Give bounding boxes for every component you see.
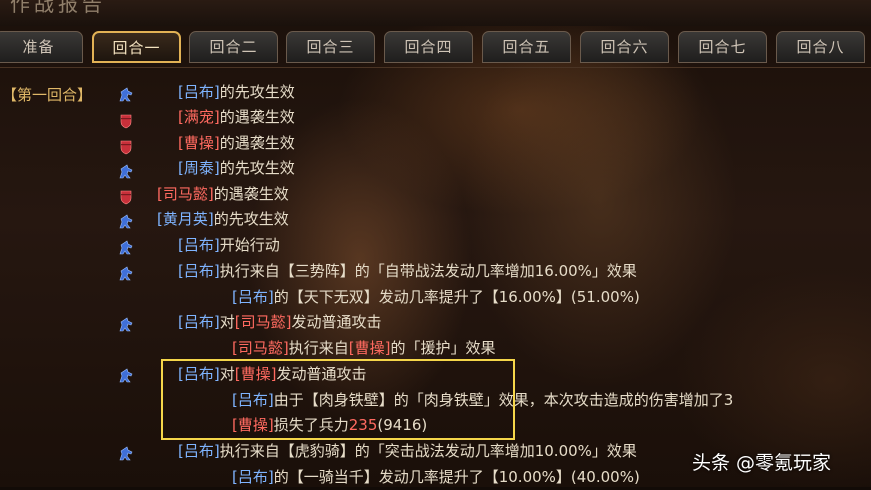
ally-name: [吕布] <box>178 442 220 460</box>
log-line: [吕布]的先攻生效 <box>178 80 295 105</box>
horse-icon <box>118 446 134 462</box>
tab-7[interactable]: 回合七 <box>678 31 767 63</box>
log-text: 开始行动 <box>219 236 280 254</box>
log-line: [吕布]开始行动 <box>178 233 280 258</box>
log-text: 的「援护」效果 <box>390 339 496 357</box>
log-line: [司马懿]的遇袭生效 <box>157 182 289 207</box>
log-text: 的先攻生效 <box>213 210 289 228</box>
log-text: 的【一骑当千】发动几率提升了【10.00%】(40.00%) <box>273 468 640 486</box>
ally-name: [吕布] <box>178 313 220 331</box>
enemy-value: [满宠] <box>178 108 220 126</box>
log-text: 的遇袭生效 <box>213 185 289 203</box>
enemy-value: [曹操] <box>178 134 220 152</box>
log-text: 执行来自 <box>288 339 349 357</box>
log-line: [吕布]执行来自【三势阵】的「自带战法发动几率增加16.00%」效果 <box>178 259 637 284</box>
window-title: 作战报告 <box>10 0 106 16</box>
shield-icon <box>118 113 134 129</box>
log-line: [黄月英]的先攻生效 <box>157 207 289 232</box>
log-text: 的遇袭生效 <box>219 108 295 126</box>
log-text: 的【天下无双】发动几率提升了【16.00%】(51.00%) <box>273 288 640 306</box>
tab-8[interactable]: 回合八 <box>776 31 865 63</box>
log-line: [周泰]的先攻生效 <box>178 156 295 181</box>
tab-2[interactable]: 回合二 <box>189 31 278 63</box>
horse-icon <box>118 368 134 384</box>
tab-5[interactable]: 回合五 <box>482 31 571 63</box>
log-text: 的遇袭生效 <box>219 134 295 152</box>
ally-name: [黄月英] <box>157 210 214 228</box>
log-line: [吕布]的【一骑当千】发动几率提升了【10.00%】(40.00%) <box>232 465 640 490</box>
ally-name: [吕布] <box>178 236 220 254</box>
enemy-value: [司马懿] <box>157 185 214 203</box>
log-text: 对 <box>219 313 235 331</box>
horse-icon <box>118 317 134 333</box>
horse-icon <box>118 240 134 256</box>
tab-0[interactable]: 准备 <box>0 31 83 63</box>
shield-icon <box>118 139 134 155</box>
tab-1[interactable]: 回合一 <box>92 31 181 63</box>
log-line: [吕布]执行来自【虎豹骑】的「突击战法发动几率增加10.00%」效果 <box>178 439 637 464</box>
log-line: [吕布]对[司马懿]发动普通攻击 <box>178 310 381 335</box>
log-text: 执行来自【虎豹骑】的「突击战法发动几率增加10.00%」效果 <box>219 442 637 460</box>
highlight-box <box>161 359 515 440</box>
log-text: 的先攻生效 <box>219 83 295 101</box>
enemy-value: [曹操] <box>348 339 391 357</box>
log-line: [满宠]的遇袭生效 <box>178 105 295 130</box>
enemy-value: [司马懿] <box>234 313 292 331</box>
horse-icon <box>118 87 134 103</box>
log-line: [司马懿]执行来自[曹操]的「援护」效果 <box>232 336 495 361</box>
horse-icon <box>118 214 134 230</box>
shield-icon <box>118 189 134 205</box>
ally-name: [吕布] <box>232 288 274 306</box>
watermark: 头条 @零氪玩家 <box>692 452 832 474</box>
ally-name: [吕布] <box>232 468 274 486</box>
tab-3[interactable]: 回合三 <box>286 31 375 63</box>
log-line: [曹操]的遇袭生效 <box>178 131 295 156</box>
round-label: 【第一回合】 <box>2 86 93 104</box>
tab-6[interactable]: 回合六 <box>580 31 669 63</box>
log-text: 的先攻生效 <box>219 159 295 177</box>
horse-icon <box>118 164 134 180</box>
log-text: 执行来自【三势阵】的「自带战法发动几率增加16.00%」效果 <box>219 262 637 280</box>
tab-4[interactable]: 回合四 <box>384 31 473 63</box>
log-line: [吕布]的【天下无双】发动几率提升了【16.00%】(51.00%) <box>232 285 640 310</box>
horse-icon <box>118 266 134 282</box>
log-text: 发动普通攻击 <box>291 313 382 331</box>
round-tabs: 准备 回合一 回合二 回合三 回合四 回合五 回合六 回合七 回合八 <box>0 31 871 68</box>
enemy-value: [司马懿] <box>232 339 289 357</box>
ally-name: [吕布] <box>178 83 220 101</box>
ally-name: [周泰] <box>178 159 220 177</box>
ally-name: [吕布] <box>178 262 220 280</box>
title-bar: 作战报告 <box>0 0 871 26</box>
